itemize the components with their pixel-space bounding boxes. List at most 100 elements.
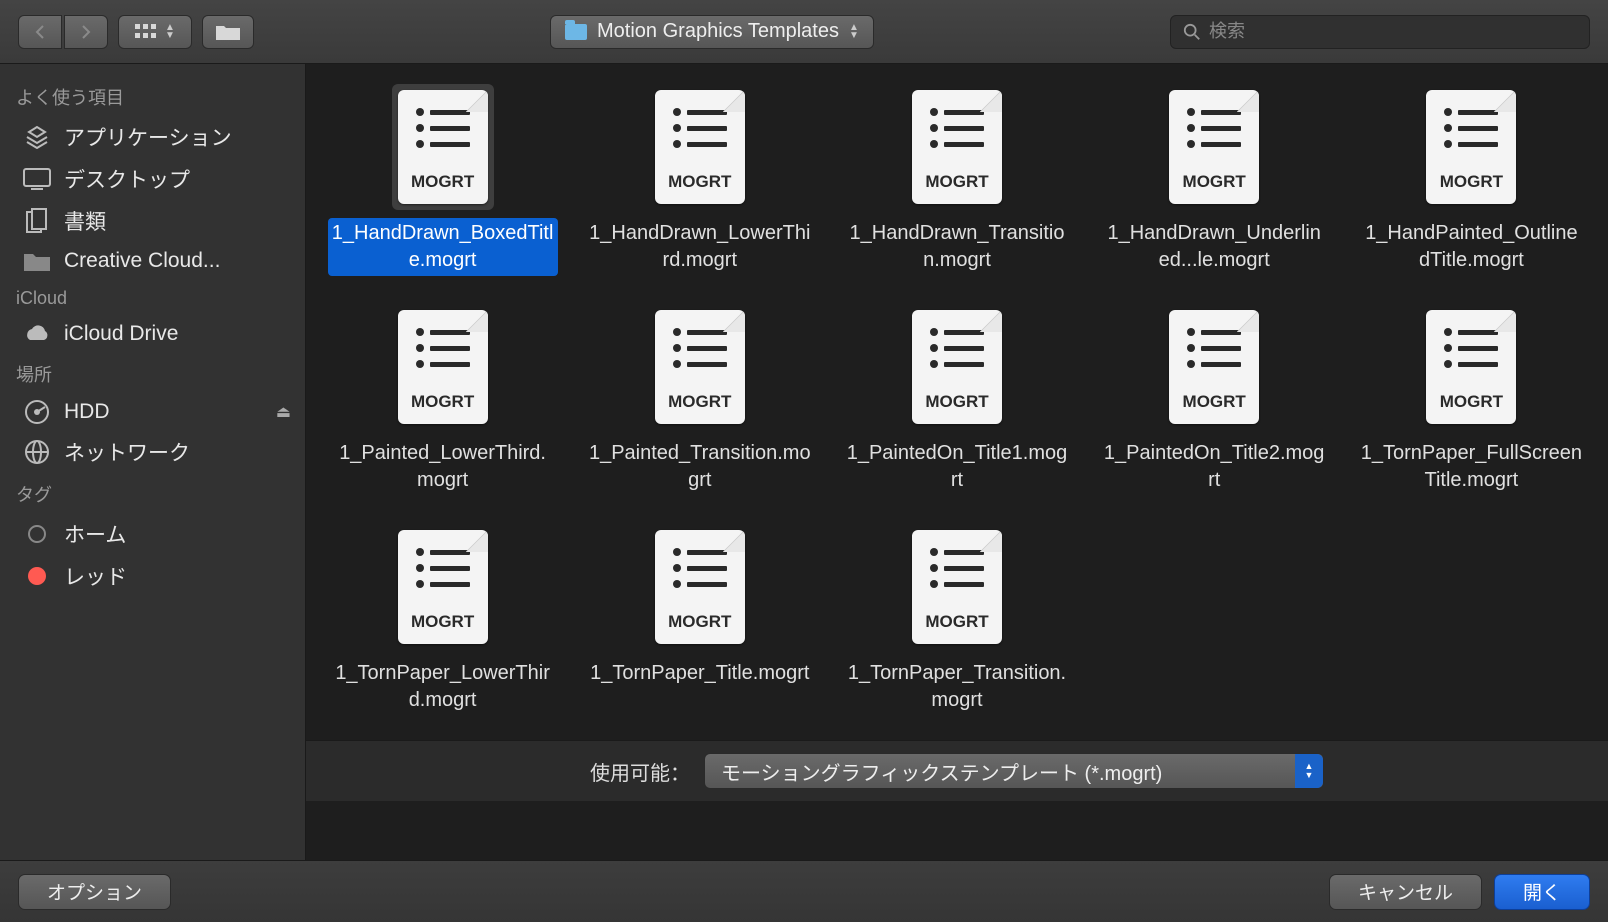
file-item[interactable]: MOGRT 1_PaintedOn_Title2.mogrt bbox=[1092, 304, 1337, 496]
cloud-icon bbox=[22, 321, 52, 347]
network-icon bbox=[22, 439, 52, 465]
file-thumb-wrap: MOGRT bbox=[906, 304, 1008, 430]
file-type-select[interactable]: モーショングラフィックステンプレート (*.mogrt) ▲▼ bbox=[704, 753, 1324, 789]
sidebar-section-header: 場所 bbox=[0, 353, 305, 393]
file-area: MOGRT1_HandDrawn_BoxedTitle.mogrt MOGRT1… bbox=[306, 64, 1608, 860]
updown-icon: ▲▼ bbox=[849, 24, 859, 40]
file-ext-label: MOGRT bbox=[925, 172, 988, 192]
file-ext-label: MOGRT bbox=[1440, 392, 1503, 412]
sidebar-section-header: iCloud bbox=[0, 280, 305, 315]
sidebar: よく使う項目アプリケーションデスクトップ書類 Creative Cloud... i… bbox=[0, 64, 306, 860]
open-button[interactable]: 開く bbox=[1494, 874, 1590, 910]
file-thumb-wrap: MOGRT bbox=[1420, 84, 1522, 210]
sidebar-item[interactable]: アプリケーション bbox=[0, 116, 305, 158]
mogrt-file-icon: MOGRT bbox=[912, 90, 1002, 204]
sidebar-item[interactable]: レッド bbox=[0, 555, 305, 597]
file-thumb-wrap: MOGRT bbox=[1163, 304, 1265, 430]
view-mode-group: ▲▼ bbox=[118, 15, 192, 49]
sidebar-item[interactable]: ネットワーク bbox=[0, 431, 305, 473]
mogrt-file-icon: MOGRT bbox=[1169, 310, 1259, 424]
forward-button[interactable] bbox=[64, 15, 108, 49]
file-item[interactable]: MOGRT 1_HandDrawn_Transition.mogrt bbox=[834, 84, 1079, 276]
sidebar-item[interactable]: Creative Cloud... bbox=[0, 242, 305, 280]
file-name-label: 1_HandDrawn_Transition.mogrt bbox=[842, 218, 1072, 276]
file-thumb-wrap: MOGRT bbox=[649, 84, 751, 210]
sidebar-item-label: ネットワーク bbox=[64, 437, 291, 467]
sidebar-item[interactable]: ホーム bbox=[0, 513, 305, 555]
sidebar-item-label: 書類 bbox=[64, 206, 291, 236]
sidebar-item[interactable]: デスクトップ bbox=[0, 158, 305, 200]
file-thumb-wrap: MOGRT bbox=[1163, 84, 1265, 210]
folder-icon bbox=[22, 248, 52, 274]
filter-row: 使用可能： モーショングラフィックステンプレート (*.mogrt) ▲▼ bbox=[306, 740, 1608, 801]
file-item[interactable]: MOGRT1_TornPaper_FullScreenTitle.mogrt bbox=[1349, 304, 1594, 496]
file-item[interactable]: MOGRT1_Painted_LowerThird.mogrt bbox=[320, 304, 565, 496]
sidebar-item-label: アプリケーション bbox=[64, 122, 291, 152]
mogrt-file-icon: MOGRT bbox=[912, 530, 1002, 644]
file-item[interactable]: MOGRT1_PaintedOn_Title1.mogrt bbox=[834, 304, 1079, 496]
search-icon bbox=[1183, 23, 1201, 41]
file-thumb-wrap: MOGRT bbox=[392, 84, 494, 210]
sidebar-item-label: デスクトップ bbox=[64, 164, 291, 194]
nav-arrows bbox=[18, 15, 108, 49]
hdd-icon bbox=[22, 399, 52, 425]
file-ext-label: MOGRT bbox=[1440, 172, 1503, 192]
file-name-label: 1_TornPaper_Transition.mogrt bbox=[842, 658, 1072, 716]
file-name-label: 1_TornPaper_Title.mogrt bbox=[586, 658, 813, 689]
toolbar: ▲▼ Motion Graphics Templates ▲▼ bbox=[0, 0, 1608, 64]
grid-icon bbox=[135, 24, 159, 40]
back-button[interactable] bbox=[18, 15, 62, 49]
mogrt-file-icon: MOGRT bbox=[655, 310, 745, 424]
file-thumb-wrap: MOGRT bbox=[906, 84, 1008, 210]
file-item[interactable]: MOGRT 1_Painted_Transition.mogrt bbox=[577, 304, 822, 496]
options-button[interactable]: オプション bbox=[18, 874, 171, 910]
mogrt-file-icon: MOGRT bbox=[655, 530, 745, 644]
file-ext-label: MOGRT bbox=[1183, 172, 1246, 192]
sidebar-item-label: HDD bbox=[64, 400, 264, 424]
file-thumb-wrap: MOGRT bbox=[1420, 304, 1522, 430]
file-item[interactable]: MOGRT 1_TornPaper_LowerThird.mogrt bbox=[320, 524, 565, 716]
mogrt-file-icon: MOGRT bbox=[398, 310, 488, 424]
sidebar-item-label: Creative Cloud... bbox=[64, 249, 291, 273]
file-item[interactable]: MOGRT 1_TornPaper_Transition.mogrt bbox=[834, 524, 1079, 716]
search-field[interactable] bbox=[1170, 15, 1590, 49]
mogrt-file-icon: MOGRT bbox=[912, 310, 1002, 424]
file-name-label: 1_PaintedOn_Title2.mogrt bbox=[1099, 438, 1329, 496]
main-area: よく使う項目アプリケーションデスクトップ書類 Creative Cloud... i… bbox=[0, 64, 1608, 860]
new-folder-button[interactable] bbox=[202, 15, 254, 49]
sidebar-item[interactable]: HDD ⏏ bbox=[0, 393, 305, 431]
file-thumb-wrap: MOGRT bbox=[649, 304, 751, 430]
panel-group bbox=[202, 15, 254, 49]
file-ext-label: MOGRT bbox=[925, 392, 988, 412]
file-item[interactable]: MOGRT 1_TornPaper_Title.mogrt bbox=[577, 524, 822, 716]
filter-label: 使用可能： bbox=[590, 757, 690, 786]
file-ext-label: MOGRT bbox=[925, 612, 988, 632]
path-dropdown[interactable]: Motion Graphics Templates ▲▼ bbox=[550, 15, 874, 49]
file-item[interactable]: MOGRT1_HandDrawn_Underlined...le.mogrt bbox=[1092, 84, 1337, 276]
folder-plus-icon bbox=[215, 23, 241, 41]
mogrt-file-icon: MOGRT bbox=[1426, 90, 1516, 204]
file-grid[interactable]: MOGRT1_HandDrawn_BoxedTitle.mogrt MOGRT1… bbox=[306, 64, 1608, 740]
file-ext-label: MOGRT bbox=[668, 172, 731, 192]
file-item[interactable]: MOGRT1_HandPainted_OutlinedTitle.mogrt bbox=[1349, 84, 1594, 276]
folder-icon bbox=[565, 24, 587, 40]
eject-icon[interactable]: ⏏ bbox=[276, 402, 291, 422]
file-name-label: 1_Painted_Transition.mogrt bbox=[585, 438, 815, 496]
file-item[interactable]: MOGRT1_HandDrawn_BoxedTitle.mogrt bbox=[320, 84, 565, 276]
chevron-left-icon bbox=[34, 24, 46, 40]
file-name-label: 1_TornPaper_LowerThird.mogrt bbox=[328, 658, 558, 716]
footer: オプション キャンセル 開く bbox=[0, 860, 1608, 922]
sidebar-item[interactable]: 書類 bbox=[0, 200, 305, 242]
mogrt-file-icon: MOGRT bbox=[1426, 310, 1516, 424]
file-ext-label: MOGRT bbox=[1183, 392, 1246, 412]
sidebar-item[interactable]: iCloud Drive bbox=[0, 315, 305, 353]
sidebar-section-header: よく使う項目 bbox=[0, 76, 305, 116]
file-item[interactable]: MOGRT1_HandDrawn_LowerThird.mogrt bbox=[577, 84, 822, 276]
file-ext-label: MOGRT bbox=[668, 612, 731, 632]
file-ext-label: MOGRT bbox=[411, 612, 474, 632]
icon-view-button[interactable]: ▲▼ bbox=[118, 15, 192, 49]
sidebar-section-header: タグ bbox=[0, 473, 305, 513]
apps-icon bbox=[22, 124, 52, 150]
search-input[interactable] bbox=[1209, 21, 1577, 42]
cancel-button[interactable]: キャンセル bbox=[1329, 874, 1482, 910]
